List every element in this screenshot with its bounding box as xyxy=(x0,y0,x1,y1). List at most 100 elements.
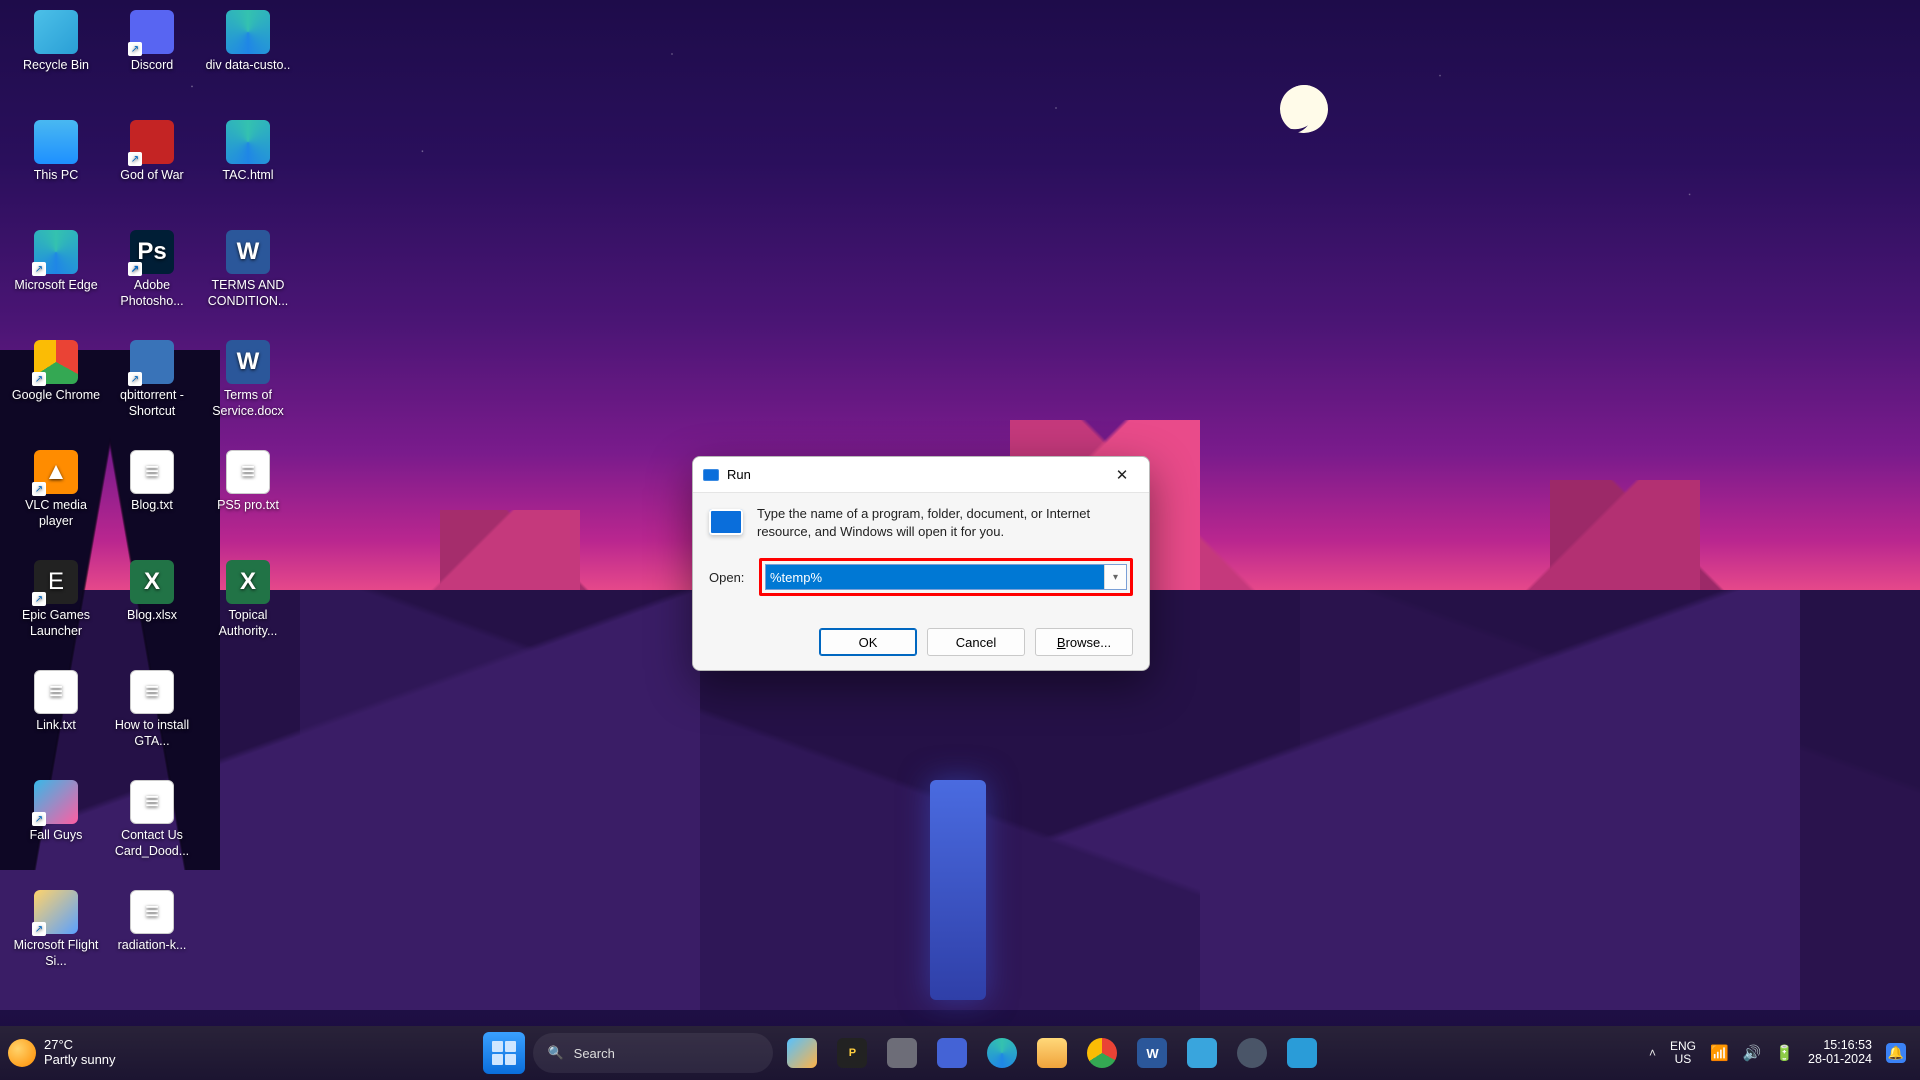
open-combobox[interactable]: %temp% ▾ xyxy=(765,564,1127,590)
desktop-icon-glyph xyxy=(34,230,78,274)
desktop-icon-label: This PC xyxy=(34,168,78,184)
desktop-icon-glyph: W xyxy=(226,340,270,384)
taskbar-app-notepad[interactable] xyxy=(1181,1032,1223,1074)
desktop-icon-label: TAC.html xyxy=(222,168,273,184)
desktop-icon[interactable]: EEpic Games Launcher xyxy=(8,554,104,664)
desktop-icon[interactable]: ▲VLC media player xyxy=(8,444,104,554)
taskbar-app-todo[interactable] xyxy=(931,1032,973,1074)
battery-icon[interactable]: 🔋 xyxy=(1775,1044,1794,1062)
desktop-icon-label: TERMS AND CONDITION... xyxy=(202,278,294,309)
desktop-icon[interactable]: God of War xyxy=(104,114,200,224)
desktop-icon[interactable]: div data-custo.. xyxy=(200,4,296,114)
desktop-icon[interactable]: ≡ How to install GTA... xyxy=(104,664,200,774)
desktop-icon[interactable]: X Blog.xlsx xyxy=(104,554,200,664)
taskbar-app-word[interactable]: W xyxy=(1131,1032,1173,1074)
close-button[interactable]: ✕ xyxy=(1101,460,1143,490)
desktop-icon-glyph: ≡ xyxy=(130,670,174,714)
desktop-icon-glyph xyxy=(34,780,78,824)
desktop-icon[interactable]: Microsoft Flight Si... xyxy=(8,884,104,994)
desktop-icon-glyph xyxy=(34,120,78,164)
desktop-icon-label: Topical Authority... xyxy=(202,608,294,639)
desktop-icon-glyph: Ps xyxy=(130,230,174,274)
desktop-icon[interactable]: Google Chrome xyxy=(8,334,104,444)
desktop-icon[interactable]: ≡ radiation-k... xyxy=(104,884,200,994)
volume-icon[interactable]: 🔊 xyxy=(1743,1044,1762,1062)
run-titlebar[interactable]: Run ✕ xyxy=(693,457,1149,493)
chevron-down-icon[interactable]: ▾ xyxy=(1104,565,1126,589)
wifi-icon[interactable]: 📶 xyxy=(1710,1044,1729,1062)
desktop-icon-label: VLC media player xyxy=(10,498,102,529)
desktop-icon-glyph xyxy=(130,10,174,54)
wallpaper-waterfall xyxy=(930,780,986,1000)
weather-widget[interactable]: 27°C Partly sunny xyxy=(8,1038,158,1068)
desktop-icon[interactable]: qbittorrent - Shortcut xyxy=(104,334,200,444)
desktop-icon-glyph: X xyxy=(130,560,174,604)
start-button[interactable] xyxy=(483,1032,525,1074)
taskbar-app-run[interactable] xyxy=(1281,1032,1323,1074)
desktop-icon-label: Fall Guys xyxy=(30,828,83,844)
taskbar-app-chrome[interactable] xyxy=(1081,1032,1123,1074)
search-box[interactable]: 🔍 Search xyxy=(533,1033,773,1073)
desktop-icon-grid: Recycle Bin Discord div data-custo.. This P… xyxy=(8,4,296,994)
run-description: Type the name of a program, folder, docu… xyxy=(757,505,1133,540)
keyboard-language[interactable]: ENG US xyxy=(1670,1040,1696,1065)
desktop-icon[interactable]: W Terms of Service.docx xyxy=(200,334,296,444)
desktop-icon-glyph xyxy=(130,340,174,384)
desktop[interactable]: Recycle Bin Discord div data-custo.. This P… xyxy=(0,0,1920,1080)
weather-desc: Partly sunny xyxy=(44,1053,116,1068)
desktop-icon-glyph: W xyxy=(226,230,270,274)
desktop-icon[interactable]: ≡ Contact Us Card_Dood... xyxy=(104,774,200,884)
desktop-icon-label: Blog.xlsx xyxy=(127,608,177,624)
desktop-icon-label: Adobe Photosho... xyxy=(106,278,198,309)
cancel-button[interactable]: Cancel xyxy=(927,628,1025,656)
run-body: Type the name of a program, folder, docu… xyxy=(693,493,1149,614)
notifications-icon[interactable]: 🔔 xyxy=(1886,1043,1906,1063)
desktop-icon-glyph: ≡ xyxy=(130,450,174,494)
taskbar-widgets[interactable] xyxy=(781,1032,823,1074)
run-dialog: Run ✕ Type the name of a program, folder… xyxy=(692,456,1150,671)
open-input[interactable]: %temp% xyxy=(766,565,1104,589)
desktop-icon-label: How to install GTA... xyxy=(106,718,198,749)
desktop-icon-label: Terms of Service.docx xyxy=(202,388,294,419)
ok-button[interactable]: OK xyxy=(819,628,917,656)
tray-overflow-icon[interactable]: ˄ xyxy=(1649,1046,1656,1060)
desktop-icon-label: Contact Us Card_Dood... xyxy=(106,828,198,859)
taskbar-app-settings[interactable] xyxy=(1231,1032,1273,1074)
desktop-icon-label: div data-custo.. xyxy=(206,58,291,74)
desktop-icon[interactable]: Recycle Bin xyxy=(8,4,104,114)
clock[interactable]: 15:16:53 28-01-2024 xyxy=(1808,1039,1872,1067)
desktop-icon[interactable]: Discord xyxy=(104,4,200,114)
desktop-icon-label: God of War xyxy=(120,168,183,184)
taskbar-center: 🔍 Search P W xyxy=(166,1032,1641,1074)
taskbar: 27°C Partly sunny 🔍 Search P W xyxy=(0,1026,1920,1080)
system-tray: ˄ ENG US 📶 🔊 🔋 15:16:53 28-01-2024 🔔 xyxy=(1649,1039,1912,1067)
desktop-icon[interactable]: Fall Guys xyxy=(8,774,104,884)
wallpaper-moon xyxy=(1273,78,1335,140)
desktop-icon-glyph xyxy=(226,10,270,54)
desktop-icon-label: Epic Games Launcher xyxy=(10,608,102,639)
desktop-icon[interactable]: ≡ Blog.txt xyxy=(104,444,200,554)
desktop-icon[interactable]: Microsoft Edge xyxy=(8,224,104,334)
desktop-icon-glyph xyxy=(34,340,78,384)
taskbar-task-view[interactable] xyxy=(881,1032,923,1074)
desktop-icon[interactable]: ≡PS5 pro.txt xyxy=(200,444,296,554)
weather-icon xyxy=(8,1039,36,1067)
desktop-icon[interactable]: W TERMS AND CONDITION... xyxy=(200,224,296,334)
desktop-icon-glyph: ≡ xyxy=(130,780,174,824)
taskbar-app-pikashow[interactable]: P xyxy=(831,1032,873,1074)
desktop-icon-glyph: ≡ xyxy=(130,890,174,934)
desktop-icon[interactable]: ≡Link.txt xyxy=(8,664,104,774)
desktop-icon[interactable]: TAC.html xyxy=(200,114,296,224)
desktop-icon[interactable]: Ps Adobe Photosho... xyxy=(104,224,200,334)
browse-button[interactable]: Browse... xyxy=(1035,628,1133,656)
desktop-icon[interactable]: This PC xyxy=(8,114,104,224)
desktop-icon-label: radiation-k... xyxy=(118,938,187,954)
desktop-icon-label: Recycle Bin xyxy=(23,58,89,74)
desktop-icon[interactable]: XTopical Authority... xyxy=(200,554,296,664)
taskbar-app-edge[interactable] xyxy=(981,1032,1023,1074)
desktop-icon-label: Blog.txt xyxy=(131,498,173,514)
desktop-icon-label: Microsoft Edge xyxy=(14,278,97,294)
desktop-icon-glyph xyxy=(226,120,270,164)
taskbar-app-explorer[interactable] xyxy=(1031,1032,1073,1074)
desktop-icon-label: qbittorrent - Shortcut xyxy=(106,388,198,419)
